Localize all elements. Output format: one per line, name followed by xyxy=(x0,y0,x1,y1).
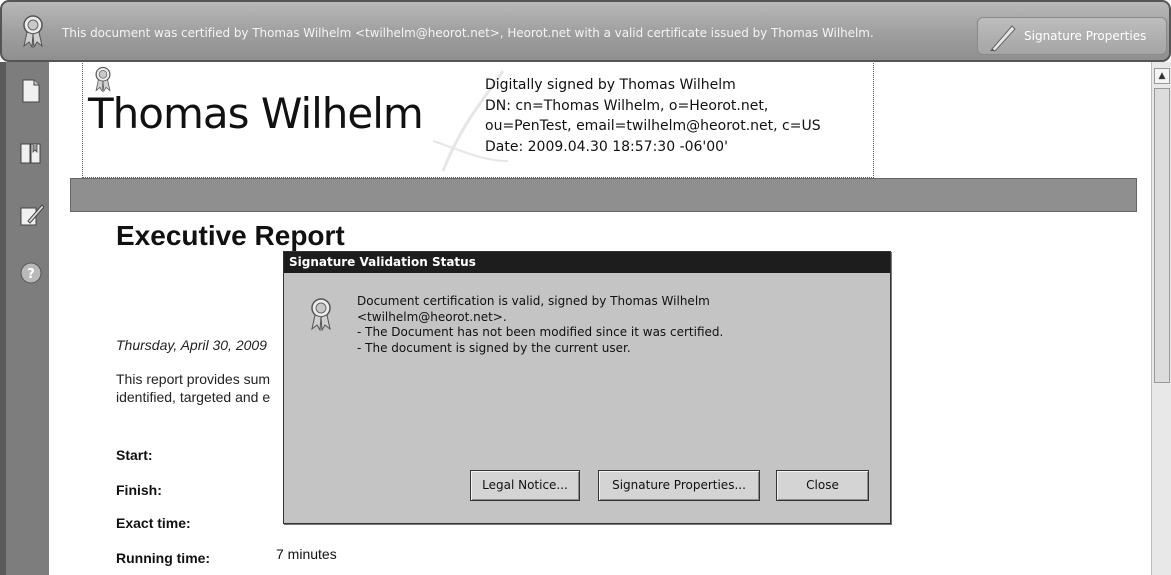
report-summary-line: This report provides sum xyxy=(116,371,271,387)
scroll-up-arrow-icon[interactable]: ▲ xyxy=(1154,68,1170,84)
signer-name: Thomas Wilhelm xyxy=(88,89,424,138)
dialog-message-line: - The Document has not been modified sin… xyxy=(357,325,724,339)
help-icon[interactable]: ? xyxy=(18,260,44,286)
certification-message: This document was certified by Thomas Wi… xyxy=(62,26,874,40)
svg-text:?: ? xyxy=(27,267,35,282)
report-row-label: Start: xyxy=(116,447,153,463)
signature-properties-dialog-button[interactable]: Signature Properties... xyxy=(598,470,760,501)
signature-detail-line: Digitally signed by Thomas Wilhelm xyxy=(485,77,736,93)
pages-icon[interactable] xyxy=(18,78,44,104)
report-summary: This report provides sum identified, tar… xyxy=(116,370,270,406)
report-title: Executive Report xyxy=(116,220,345,251)
legal-notice-button[interactable]: Legal Notice... xyxy=(470,470,580,501)
signature-detail-line: ou=PenTest, email=twilhelm@heorot.net, c… xyxy=(485,118,821,134)
dialog-message-line: Document certification is valid, signed … xyxy=(357,294,710,308)
dialog-message-line: - The document is signed by the current … xyxy=(357,340,631,355)
close-button[interactable]: Close xyxy=(776,470,869,501)
certificate-ribbon-icon xyxy=(20,14,46,52)
dialog-title: Signature Validation Status xyxy=(284,252,890,273)
signature-validation-dialog: Signature Validation Status Document cer… xyxy=(283,251,891,524)
dialog-message: Document certification is valid, signed … xyxy=(357,294,723,356)
report-row-label: Running time: xyxy=(116,550,211,566)
report-summary-line: identified, targeted and e xyxy=(116,389,271,405)
dialog-message-line: <twilhelm@heorot.net>. xyxy=(357,309,507,324)
certificate-ribbon-icon xyxy=(308,297,334,335)
signatures-icon[interactable] xyxy=(18,202,45,228)
signature-properties-label: Signature Properties xyxy=(1024,29,1147,43)
vertical-scrollbar[interactable]: ▲ xyxy=(1151,62,1171,575)
navigation-panel: ? xyxy=(0,62,49,575)
signature-field[interactable]: Thomas Wilhelm Digitally signed by Thoma… xyxy=(82,60,874,178)
certification-bar: This document was certified by Thomas Wi… xyxy=(0,0,1171,62)
signature-detail-line: Date: 2009.04.30 18:57:30 -06'00' xyxy=(485,138,728,155)
bookmarks-icon[interactable] xyxy=(18,140,44,166)
signature-pen-icon xyxy=(988,22,1018,56)
signature-detail-line: DN: cn=Thomas Wilhelm, o=Heorot.net, xyxy=(485,97,769,114)
signature-details: Digitally signed by Thomas Wilhelm DN: c… xyxy=(485,75,821,157)
signature-properties-button[interactable]: Signature Properties xyxy=(977,17,1167,55)
header-band xyxy=(70,178,1137,212)
report-row-value: 7 minutes xyxy=(276,546,337,562)
report-row-label: Exact time: xyxy=(116,515,191,531)
report-row-label: Finish: xyxy=(116,482,162,498)
report-date: Thursday, April 30, 2009 xyxy=(116,337,267,353)
scroll-thumb[interactable] xyxy=(1154,88,1170,383)
